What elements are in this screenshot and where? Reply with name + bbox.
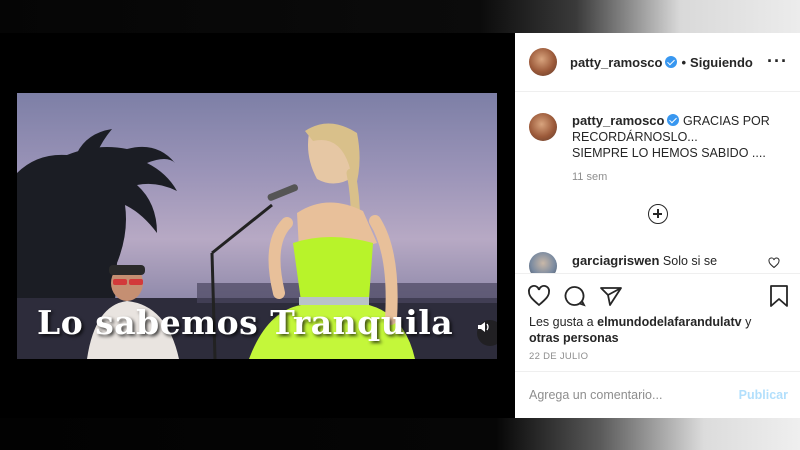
speaker-icon [478,322,489,332]
more-options-icon[interactable]: ··· [767,51,788,72]
comment-body: garciagriswen Solo si se [572,253,717,268]
video-caption: Lo sabemos Tranquila [37,303,454,342]
likes-summary: Les gusta a elmundodelafarandulatv y otr… [529,314,779,346]
caption-author-username[interactable]: patty_ramosco [572,113,664,128]
post-caption: patty_ramosco GRACIAS POR RECORDÁRNOSLO.… [529,113,789,161]
comment-composer: Publicar [515,371,800,418]
commenter-username[interactable]: garciagriswen [572,253,659,268]
likes-mid: y [745,315,752,329]
separator-dot: • [681,54,687,70]
comment-bubble-icon[interactable] [563,284,587,308]
caption-line-2: RECORDÁRNOSLO... [572,130,698,144]
background-top-band [0,0,800,33]
action-icons [527,284,623,308]
verified-badge-icon [665,56,678,68]
plus-circle-icon[interactable] [648,204,668,224]
header-info: patty_ramosco • Siguiendo [570,55,753,70]
comment-text: Solo si se [662,254,718,268]
background-bottom-band [0,418,800,450]
save-bookmark-icon[interactable] [768,284,790,308]
caption-body: patty_ramosco GRACIAS POR RECORDÁRNOSLO.… [572,113,770,161]
caption-line-1: GRACIAS POR [682,114,770,128]
likes-prefix: Les gusta a [529,315,594,329]
comment-input[interactable] [529,388,724,402]
comment-item: garciagriswen Solo si se [529,252,791,280]
publish-button[interactable]: Publicar [739,388,788,402]
likes-others-link[interactable]: otras personas [529,331,619,345]
caption-line-3: SIEMPRE LO HEMOS SABIDO .... [572,146,766,160]
share-paper-plane-icon[interactable] [599,284,623,308]
post-side-panel: patty_ramosco • Siguiendo ··· patty_ramo… [515,33,800,418]
post-actions: Les gusta a elmundodelafarandulatv y otr… [515,273,800,371]
video-player[interactable]: Lo sabemos Tranquila [17,93,497,359]
follow-status-button[interactable]: Siguiendo [690,55,753,70]
post-header: patty_ramosco • Siguiendo ··· [515,33,800,92]
volume-button[interactable] [477,320,497,346]
author-avatar[interactable] [529,48,557,76]
caption-author-avatar[interactable] [529,113,557,141]
verified-badge-icon [667,114,680,126]
screen: Lo sabemos Tranquila patty_ramosco • Sig… [0,0,800,450]
post-time[interactable]: 11 sem [572,171,607,183]
likes-user-link[interactable]: elmundodelafarandulatv [597,315,741,329]
post-date[interactable]: 22 DE JULIO [529,351,588,362]
like-heart-icon[interactable] [527,284,551,308]
author-username[interactable]: patty_ramosco [570,55,662,70]
comment-like-heart-icon[interactable] [768,257,780,269]
